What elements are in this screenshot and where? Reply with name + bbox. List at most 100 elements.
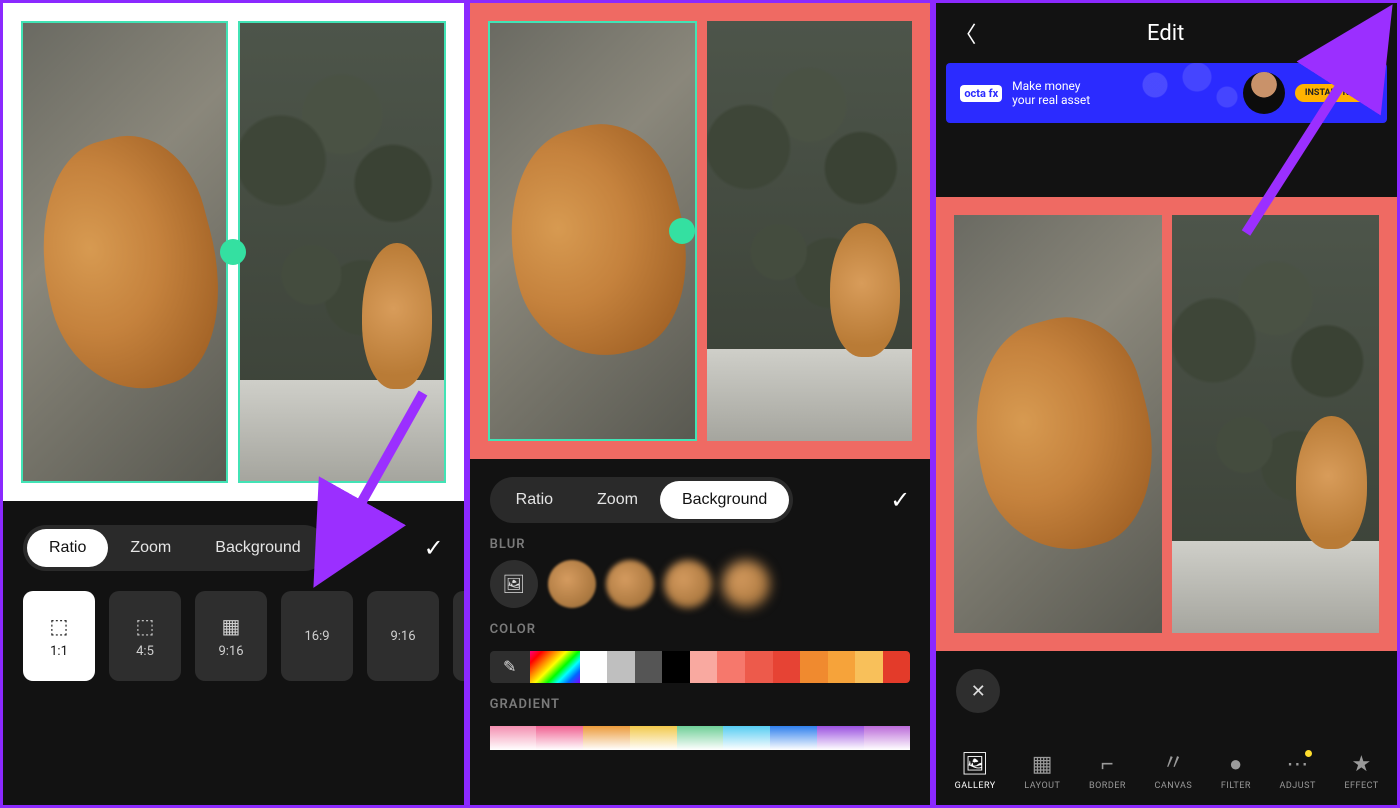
screen-edit: 〈 Edit octa fx Make money your real asse… bbox=[933, 0, 1400, 808]
color-swatch[interactable] bbox=[635, 651, 663, 683]
color-swatch[interactable] bbox=[662, 651, 690, 683]
nav-adjust[interactable]: ⋯ADJUST bbox=[1280, 752, 1316, 791]
collage-canvas[interactable] bbox=[3, 3, 464, 501]
ad-cta-button[interactable]: INSTALL NOW bbox=[1295, 84, 1373, 102]
edit-header: 〈 Edit bbox=[936, 3, 1397, 63]
shuffle-button[interactable]: ✕ bbox=[956, 669, 1000, 713]
eyedropper-icon: ✎ bbox=[503, 657, 516, 677]
custom-color-picker[interactable] bbox=[530, 651, 580, 683]
section-label-blur: BLUR bbox=[470, 523, 931, 560]
gradient-swatch[interactable] bbox=[630, 726, 677, 750]
ig-icon: ⬚ bbox=[50, 614, 69, 638]
nav-gallery[interactable]: 🖼GALLERY bbox=[955, 752, 996, 791]
tab-zoom[interactable]: Zoom bbox=[108, 529, 193, 567]
ratio-option-169[interactable]: 16:9 bbox=[281, 591, 353, 681]
collage-canvas[interactable] bbox=[936, 197, 1397, 651]
gradient-swatch[interactable] bbox=[770, 726, 817, 750]
color-swatch[interactable] bbox=[690, 651, 718, 683]
confirm-button[interactable]: ✓ bbox=[424, 534, 444, 563]
gradient-swatch-strip[interactable] bbox=[490, 726, 911, 750]
ad-line-1: Make money bbox=[1012, 79, 1090, 93]
color-swatch[interactable] bbox=[800, 651, 828, 683]
tab-background[interactable]: Background bbox=[660, 481, 789, 519]
nav-label: FILTER bbox=[1221, 781, 1251, 791]
collage-slot-1[interactable] bbox=[21, 21, 228, 483]
ad-line-2: your real asset bbox=[1012, 93, 1090, 107]
layout-icon: ▦ bbox=[1032, 752, 1053, 777]
section-label-gradient: GRADIENT bbox=[470, 683, 931, 720]
blur-level-1[interactable] bbox=[548, 560, 596, 608]
nav-border[interactable]: ⌐BORDER bbox=[1089, 751, 1126, 791]
ratio-label: 9:16 bbox=[390, 629, 415, 644]
gallery-icon: 🖼 bbox=[961, 752, 989, 777]
collage-slot-2[interactable] bbox=[238, 21, 445, 483]
tab-zoom[interactable]: Zoom bbox=[575, 481, 660, 519]
border-icon: ⌐ bbox=[1101, 751, 1114, 777]
collage-divider-handle[interactable] bbox=[220, 239, 246, 265]
color-swatch[interactable] bbox=[717, 651, 745, 683]
gradient-swatch[interactable] bbox=[583, 726, 630, 750]
nav-canvas[interactable]: 〃CANVAS bbox=[1154, 745, 1192, 791]
color-swatch[interactable] bbox=[855, 651, 883, 683]
share-button[interactable] bbox=[1355, 18, 1379, 48]
chevron-left-icon: 〈 bbox=[954, 22, 976, 47]
blur-level-4[interactable] bbox=[722, 560, 770, 608]
eyedropper-button[interactable]: ✎ bbox=[490, 651, 530, 683]
gradient-swatch[interactable] bbox=[536, 726, 583, 750]
nav-effect[interactable]: ★EFFECT bbox=[1344, 752, 1378, 791]
screen-background: Ratio Zoom Background ✓ BLUR 🖼 COLOR ✎ G… bbox=[467, 0, 934, 808]
ad-banner[interactable]: octa fx Make money your real asset INSTA… bbox=[946, 63, 1387, 123]
ad-decoration bbox=[1131, 63, 1251, 123]
nav-label: CANVAS bbox=[1154, 781, 1192, 791]
tab-ratio[interactable]: Ratio bbox=[494, 481, 575, 519]
ratio-label: 1:1 bbox=[50, 644, 68, 659]
nav-filter[interactable]: ● FILTER bbox=[1221, 751, 1251, 791]
color-swatch-strip[interactable]: ✎ bbox=[490, 651, 911, 683]
blur-level-3[interactable] bbox=[664, 560, 712, 608]
ratio-label: 16:9 bbox=[304, 629, 329, 644]
check-icon: ✓ bbox=[890, 487, 910, 514]
ratio-option-55[interactable]: 5.5'' bbox=[453, 591, 464, 681]
color-swatch[interactable] bbox=[773, 651, 801, 683]
nav-layout[interactable]: ▦ LAYOUT bbox=[1024, 752, 1060, 791]
ratio-option-916[interactable]: 9:16 bbox=[367, 591, 439, 681]
ratio-option-11[interactable]: ⬚ 1:1 bbox=[23, 591, 95, 681]
tab-ratio[interactable]: Ratio bbox=[27, 529, 108, 567]
blur-pick-image-button[interactable]: 🖼 bbox=[490, 560, 538, 608]
filter-icon: ● bbox=[1229, 751, 1243, 777]
collage-slot-2[interactable] bbox=[707, 21, 912, 441]
nav-label: LAYOUT bbox=[1024, 781, 1060, 791]
gradient-swatch[interactable] bbox=[817, 726, 864, 750]
color-swatch[interactable] bbox=[745, 651, 773, 683]
color-swatch[interactable] bbox=[828, 651, 856, 683]
gradient-swatch[interactable] bbox=[677, 726, 724, 750]
color-swatch[interactable] bbox=[580, 651, 608, 683]
check-icon: ✓ bbox=[424, 535, 444, 562]
ratio-option-916[interactable]: ▦9:16 bbox=[195, 591, 267, 681]
ig-icon: ⬚ bbox=[136, 614, 155, 638]
color-swatch[interactable] bbox=[607, 651, 635, 683]
blur-level-2[interactable] bbox=[606, 560, 654, 608]
back-button[interactable]: 〈 bbox=[954, 17, 976, 49]
notification-dot bbox=[1305, 750, 1312, 757]
collage-divider-handle[interactable] bbox=[669, 218, 695, 244]
confirm-button[interactable]: ✓ bbox=[890, 486, 910, 515]
collage-slot-1[interactable] bbox=[954, 215, 1161, 633]
collage-canvas[interactable] bbox=[470, 3, 931, 459]
collage-slot-2[interactable] bbox=[1172, 215, 1379, 633]
color-swatch[interactable] bbox=[883, 651, 910, 683]
gradient-swatch[interactable] bbox=[723, 726, 770, 750]
bottom-nav: 🖼GALLERY ▦ LAYOUT ⌐BORDER 〃CANVAS ● FILTER ⋯ADJ… bbox=[936, 735, 1397, 805]
ratio-options-row[interactable]: ⬚ 1:1 ⬚ 4:5 ▦9:16 16:9 9:16 5.5'' bbox=[3, 571, 464, 701]
collage-slot-1[interactable] bbox=[488, 21, 697, 441]
tab-background[interactable]: Background bbox=[193, 529, 322, 567]
canvas-tab-pill: Ratio Zoom Background bbox=[490, 477, 794, 523]
ratio-label: 9:16 bbox=[218, 644, 243, 659]
nav-label: ADJUST bbox=[1280, 781, 1316, 791]
ratio-label: 4:5 bbox=[136, 644, 154, 659]
ratio-option-45[interactable]: ⬚ 4:5 bbox=[109, 591, 181, 681]
nav-label: EFFECT bbox=[1344, 781, 1378, 791]
gradient-swatch[interactable] bbox=[490, 726, 537, 750]
screen-ratio: Ratio Zoom Background ✓ ⬚ 1:1 ⬚ 4:5 ▦9:16 16:… bbox=[0, 0, 467, 808]
gradient-swatch[interactable] bbox=[864, 726, 911, 750]
